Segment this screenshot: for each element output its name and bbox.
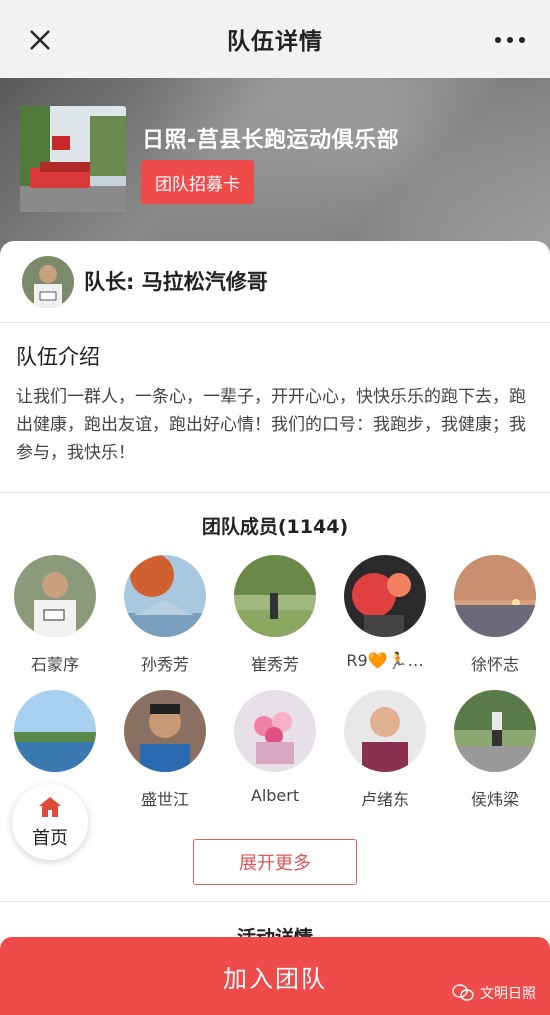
wechat-icon (452, 984, 474, 1001)
expand-more-button[interactable]: 展开更多 (193, 839, 357, 885)
member-avatar (344, 690, 426, 772)
captain-row[interactable]: 队长: 马拉松汽修哥 (0, 241, 550, 323)
member-avatar (454, 690, 536, 772)
captain-avatar (22, 256, 74, 308)
intro-title: 队伍介绍 (16, 345, 100, 369)
members-title: 团队成员(1144) (201, 516, 349, 538)
join-team-label: 加入团队 (223, 964, 327, 993)
member-name: 侯炜梁 (470, 790, 519, 809)
team-detail-card: 队长: 马拉松汽修哥 队伍介绍 让我们一群人，一条心，一辈子，开开心心，快快乐乐… (0, 241, 550, 1015)
home-button[interactable]: 首页 (12, 784, 88, 860)
member-item[interactable]: 卢绪东 (337, 690, 433, 810)
intro-text: 让我们一群人，一条心，一辈子，开开心心，快快乐乐的跑下去，跑出健康，跑出友谊，跑… (16, 387, 526, 463)
member-item[interactable]: 孙秀芳 (117, 555, 213, 675)
member-item[interactable]: R9🧡🏃… (337, 555, 433, 670)
member-avatar (454, 555, 536, 637)
join-team-button[interactable]: 加入团队 (0, 937, 550, 1015)
team-name: 日照-莒县长跑运动俱乐部 (142, 128, 400, 153)
watermark: 文明日照 (452, 983, 536, 1003)
member-item[interactable]: 崔秀芳 (227, 555, 323, 675)
member-name: Albert (250, 786, 300, 805)
close-icon[interactable] (22, 22, 58, 58)
more-icon[interactable] (492, 28, 528, 52)
team-intro: 队伍介绍 让我们一群人，一条心，一辈子，开开心心，快快乐乐的跑下去，跑出健康，跑… (0, 323, 550, 493)
divider (0, 901, 550, 902)
member-item[interactable]: 石蒙序 (7, 555, 103, 675)
member-item[interactable] (7, 690, 103, 786)
member-avatar (234, 690, 316, 772)
member-item[interactable]: Albert (227, 690, 323, 805)
nav-bar: 队伍详情 (0, 0, 550, 78)
member-avatar (124, 690, 206, 772)
member-avatar (344, 555, 426, 637)
member-name: 徐怀志 (470, 655, 519, 674)
member-name: 石蒙序 (30, 655, 79, 674)
member-item[interactable]: 盛世江 (117, 690, 213, 810)
member-avatar (14, 555, 96, 637)
captain-name: 队长: 马拉松汽修哥 (84, 270, 268, 294)
team-hero: 日照-莒县长跑运动俱乐部 团队招募卡 (0, 78, 550, 258)
recruit-card-button[interactable]: 团队招募卡 (141, 160, 254, 204)
member-name: 孙秀芳 (140, 655, 189, 674)
member-avatar (124, 555, 206, 637)
member-avatar (234, 555, 316, 637)
member-item[interactable]: 侯炜梁 (447, 690, 543, 810)
team-cover-image (20, 106, 126, 212)
home-label: 首页 (32, 828, 68, 849)
home-icon (39, 797, 61, 817)
watermark-text: 文明日照 (480, 986, 536, 1002)
member-name: 崔秀芳 (250, 655, 299, 674)
member-name: 卢绪东 (360, 790, 409, 809)
member-item[interactable]: 徐怀志 (447, 555, 543, 675)
page-title: 队伍详情 (227, 29, 323, 55)
member-name: R9🧡🏃… (346, 651, 424, 670)
member-name: 盛世江 (140, 790, 189, 809)
member-avatar (14, 690, 96, 772)
